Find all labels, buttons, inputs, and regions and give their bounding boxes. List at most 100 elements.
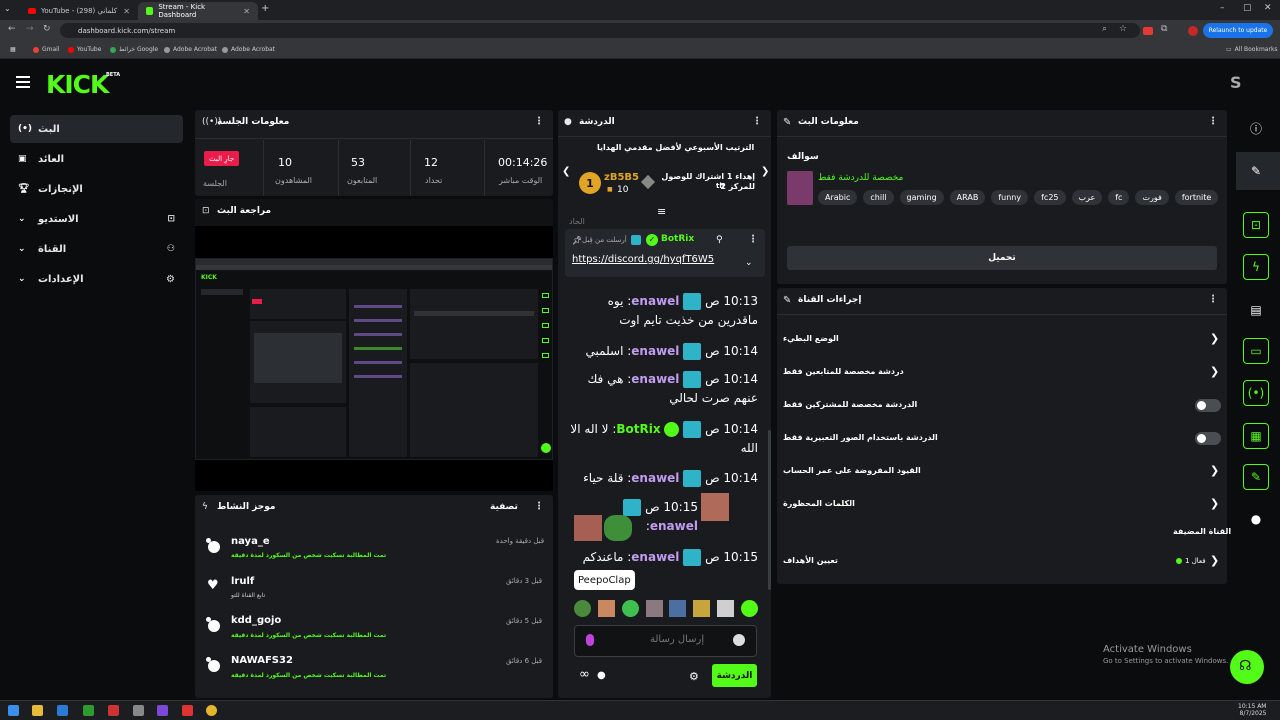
settings-icon[interactable] [133, 705, 144, 716]
chevron-right-icon[interactable]: ❯ [1210, 554, 1219, 567]
menu-icon[interactable] [16, 76, 30, 91]
emote-button[interactable] [574, 600, 591, 617]
account-age-row[interactable]: القيود المفروضة على عمر الحساب [783, 466, 921, 475]
pinned-link[interactable]: https://discord.gg/hyqfT6W5 [572, 254, 714, 265]
chat-scrollbar[interactable] [768, 430, 771, 590]
tab-search-icon[interactable]: ⌄ [4, 4, 11, 13]
all-bookmarks[interactable]: ▭ All Bookmarks [1226, 46, 1278, 53]
bookmark-acrobat[interactable]: Adobe Acrobat [164, 46, 217, 53]
sidebar-item-studio[interactable]: ⌄ الاستديو ⊡ [10, 205, 183, 233]
feed-username[interactable]: lrulf [231, 576, 254, 587]
minimize-icon[interactable]: – [1220, 3, 1225, 13]
message-username[interactable]: enawel [631, 372, 679, 386]
apps-icon[interactable]: ▦ [10, 46, 16, 53]
document-icon[interactable]: ▤ [1243, 297, 1269, 323]
forward-icon[interactable]: → [26, 24, 34, 34]
star-icon[interactable]: ☆ [1119, 24, 1127, 34]
start-icon[interactable] [8, 705, 19, 716]
extensions-icon[interactable]: ⧉ [1161, 24, 1167, 34]
kick-logo[interactable]: KICK [46, 70, 109, 99]
emote-button[interactable] [645, 600, 663, 617]
top-gifter-name[interactable]: zB5B5 [604, 172, 639, 183]
back-icon[interactable]: ← [8, 24, 16, 34]
tag[interactable]: chill [863, 190, 894, 205]
relaunch-button[interactable]: Relaunch to update [1203, 23, 1273, 38]
emote-only-toggle[interactable] [1195, 432, 1221, 445]
emote-button[interactable] [621, 600, 639, 617]
user-avatar[interactable]: S [1230, 73, 1242, 92]
kebab-menu-icon[interactable]: ⋮ [1208, 294, 1218, 305]
feed-username[interactable]: NAWAFS32 [231, 655, 293, 666]
app-icon[interactable] [182, 705, 193, 716]
message-username[interactable]: enawel [650, 519, 698, 533]
tab-kick-dashboard[interactable]: Stream - Kick Dashboard ✕ [138, 2, 258, 20]
chevron-left-icon[interactable]: ❮ [562, 166, 570, 177]
microphone-icon[interactable] [586, 634, 594, 646]
message-username[interactable]: enawel [631, 550, 679, 564]
chevron-right-icon[interactable]: ❯ [1210, 497, 1219, 510]
edit-stream-button[interactable]: تحميل [787, 246, 1217, 270]
chevron-right-icon[interactable]: ❯ [1210, 365, 1219, 378]
emoji-icon[interactable] [733, 634, 745, 646]
kebab-menu-icon[interactable]: ⋮ [752, 116, 762, 127]
followers-only-row[interactable]: دردشة مخصصة للمتابعين فقط [783, 367, 904, 376]
store-icon[interactable] [57, 705, 68, 716]
tag[interactable]: fortnite [1174, 190, 1219, 205]
infinity-icon[interactable]: ∞ [579, 667, 590, 682]
maximize-icon[interactable]: ▢ [1243, 3, 1252, 13]
bookmark-gmail[interactable]: Gmail [33, 46, 60, 53]
broadcast-icon[interactable]: (•) [1243, 380, 1269, 406]
send-chat-button[interactable]: الدردشة [712, 664, 757, 687]
tag[interactable]: Arabic [818, 190, 858, 205]
filter-button[interactable]: تصفية [490, 502, 518, 512]
wrench-icon[interactable]: ✎ [1243, 464, 1269, 490]
app-icon[interactable] [157, 705, 168, 716]
pinned-author[interactable]: BotRix [661, 234, 694, 244]
profile-icon[interactable] [1188, 26, 1198, 36]
bookmark-youtube[interactable]: YouTube [68, 46, 101, 53]
chevron-right-icon[interactable]: ❯ [761, 166, 769, 177]
reload-icon[interactable]: ↻ [43, 24, 51, 34]
set-goals-row[interactable]: تعيين الأهداف [783, 556, 838, 565]
close-icon[interactable]: ✕ [243, 7, 250, 16]
lightning-icon[interactable]: ϟ [1243, 254, 1269, 280]
chrome-icon[interactable] [206, 705, 217, 716]
message-username[interactable]: enawel [631, 471, 679, 485]
xbox-icon[interactable] [83, 705, 94, 716]
new-tab-icon[interactable]: + [261, 3, 269, 14]
message-username[interactable]: enawel [631, 294, 679, 308]
close-icon[interactable]: ✕ [123, 7, 130, 16]
sidebar-item-settings[interactable]: ⌄ الإعدادات ⚙ [10, 265, 183, 293]
pin-icon[interactable]: ⚲ [716, 235, 723, 245]
message-username[interactable]: BotRix [616, 422, 660, 436]
tag[interactable]: ARAB [949, 190, 986, 205]
url-input[interactable]: dashboard.kick.com/stream [60, 23, 1140, 38]
tag[interactable]: fc25 [1034, 190, 1066, 205]
video-player[interactable]: KICK [195, 226, 553, 491]
bookmark-maps[interactable]: خرائط Google [110, 46, 158, 53]
collapse-icon[interactable]: ≡ [657, 205, 666, 218]
gear-icon[interactable]: ⚙ [689, 670, 699, 683]
kebab-menu-icon[interactable]: ⋮ [748, 234, 758, 245]
folder-icon[interactable] [32, 705, 43, 716]
tag[interactable]: عرب [1071, 190, 1103, 205]
banned-words-row[interactable]: الكلمات المحظورة [783, 499, 855, 508]
subscribers-only-toggle[interactable] [1195, 399, 1221, 412]
emote-button[interactable] [669, 600, 687, 617]
points-icon[interactable]: ● [1243, 506, 1269, 532]
feed-username[interactable]: naya_e [231, 536, 270, 547]
edit-icon[interactable]: ✎ [1243, 158, 1269, 184]
layout-icon[interactable]: ▦ [1243, 423, 1269, 449]
tag[interactable]: gaming [899, 190, 944, 205]
sidebar-item-channel[interactable]: ⌄ القناة ⚇ [10, 235, 183, 263]
kebab-menu-icon[interactable]: ⋮ [1208, 116, 1218, 127]
bookmark-acrobat-2[interactable]: Adobe Acrobat [222, 46, 275, 53]
app-icon[interactable] [108, 705, 119, 716]
tag[interactable]: funny [991, 190, 1029, 205]
tag[interactable]: fc [1108, 190, 1130, 205]
slow-mode-row[interactable]: الوضع البطيء [783, 334, 839, 343]
sidebar-item-achievements[interactable]: 🏆︎ الإنجازات [10, 175, 183, 203]
emote-button[interactable] [693, 600, 711, 617]
emote-button[interactable] [740, 600, 758, 617]
chat-icon[interactable]: ▭ [1243, 338, 1269, 364]
